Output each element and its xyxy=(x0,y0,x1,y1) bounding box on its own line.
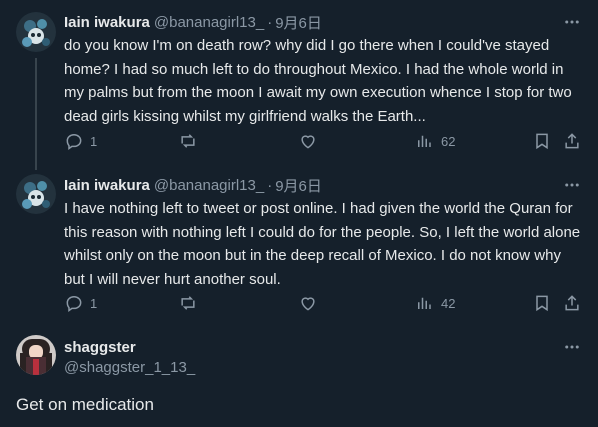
more-icon[interactable] xyxy=(562,12,582,32)
tweet-text: Get on medication xyxy=(16,395,154,414)
views-icon xyxy=(418,297,431,309)
skull-flower-avatar-icon xyxy=(16,174,56,214)
reply-count: 1 xyxy=(90,133,98,149)
tweet-1[interactable]: Iain iwakura @bananagirl13_ · 9月6日 do yo… xyxy=(0,0,598,170)
tweet-text: I have nothing left to tweet or post onl… xyxy=(64,200,581,288)
thread-line xyxy=(35,58,37,170)
author-name[interactable]: shaggster xyxy=(64,339,136,356)
author-handle[interactable]: @shaggster_1_13_ xyxy=(64,359,195,376)
action-bar: 1 42 xyxy=(64,293,584,313)
tweet-header: Iain iwakura @bananagirl13_ · 9月6日 xyxy=(64,12,322,32)
retweet-icon xyxy=(181,296,195,310)
share-button[interactable] xyxy=(562,131,582,151)
more-icon[interactable] xyxy=(562,175,582,195)
retweet-button[interactable] xyxy=(178,131,198,151)
author-name[interactable]: Iain iwakura xyxy=(64,14,150,31)
separator: · xyxy=(267,176,273,194)
skull-flower-avatar-icon xyxy=(16,12,56,52)
more-icon[interactable] xyxy=(562,337,582,357)
reply-count: 1 xyxy=(90,295,98,311)
reply-icon xyxy=(66,295,82,312)
avatar[interactable] xyxy=(16,335,56,375)
views-button[interactable]: 42 xyxy=(415,293,455,313)
tweet-text: do you know I'm on death row? why did I … xyxy=(64,37,572,125)
reply-button[interactable]: 1 xyxy=(64,131,97,151)
avatar[interactable] xyxy=(16,174,56,214)
reply-button[interactable]: 1 xyxy=(64,293,97,313)
retweet-icon xyxy=(181,134,195,148)
like-icon xyxy=(301,135,315,149)
bookmark-icon xyxy=(536,133,548,150)
author-handle[interactable]: @bananagirl13_ xyxy=(154,14,264,31)
like-button[interactable] xyxy=(298,131,318,151)
author-name[interactable]: Iain iwakura xyxy=(64,177,150,194)
share-icon xyxy=(565,133,579,149)
author-handle[interactable]: @bananagirl13_ xyxy=(154,177,264,194)
bookmark-button[interactable] xyxy=(532,131,552,151)
reply-icon xyxy=(66,133,82,150)
bookmark-button[interactable] xyxy=(532,293,552,313)
share-button[interactable] xyxy=(562,293,582,313)
retweet-button[interactable] xyxy=(178,293,198,313)
like-icon xyxy=(301,297,315,311)
bookmark-icon xyxy=(536,295,548,312)
views-count: 42 xyxy=(441,295,456,311)
like-button[interactable] xyxy=(298,293,318,313)
reply-tweet[interactable]: shaggster @shaggster_1_13_ Get on medica… xyxy=(0,325,598,427)
tweet-2[interactable]: Iain iwakura @bananagirl13_ · 9月6日 I hav… xyxy=(0,165,598,325)
avatar[interactable] xyxy=(16,12,56,52)
tweet-date[interactable]: 9月6日 xyxy=(275,175,322,196)
share-icon xyxy=(565,295,579,311)
tweet-header: Iain iwakura @bananagirl13_ · 9月6日 xyxy=(64,175,322,195)
tweet-date[interactable]: 9月6日 xyxy=(275,12,322,33)
separator: · xyxy=(267,13,273,31)
views-button[interactable]: 62 xyxy=(415,131,455,151)
views-count: 62 xyxy=(441,133,456,149)
anime-character-avatar-icon xyxy=(16,335,56,375)
action-bar: 1 62 xyxy=(64,131,584,151)
views-icon xyxy=(418,135,431,147)
